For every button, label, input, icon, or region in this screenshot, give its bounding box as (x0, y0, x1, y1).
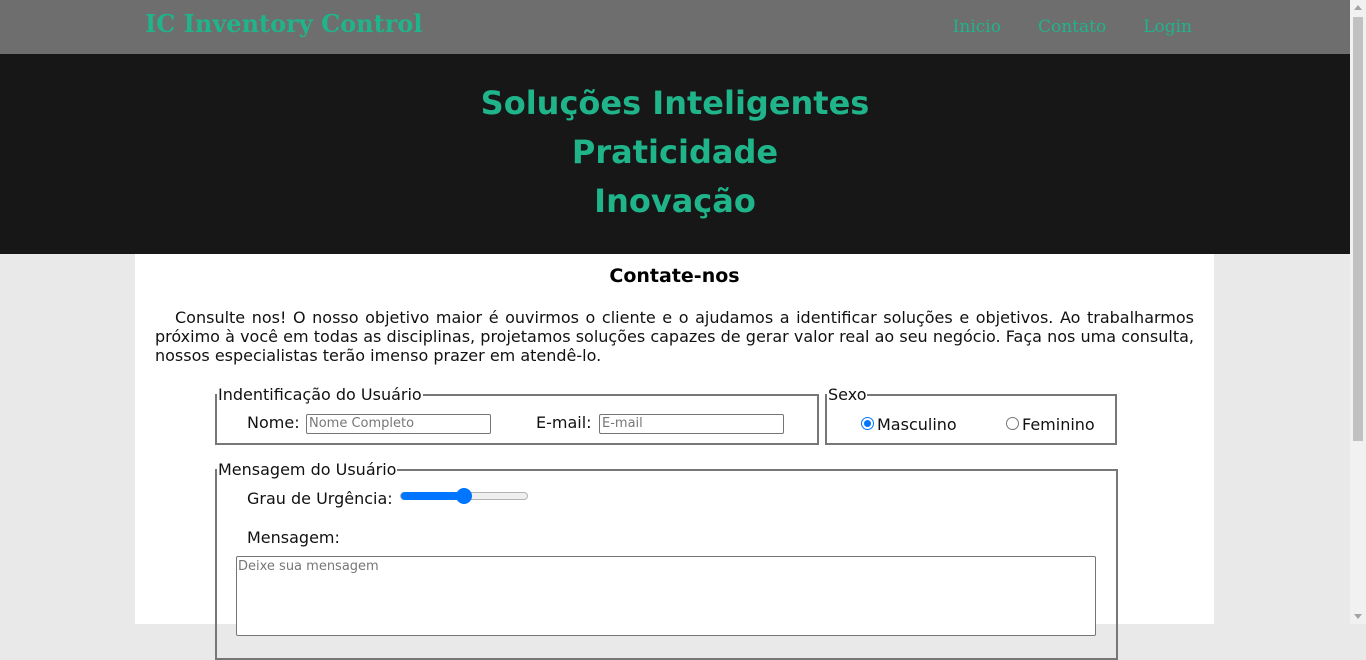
hero-line-praticidade: Praticidade (571, 133, 779, 171)
contact-section: Contate-nos Consulte nos! O nosso objeti… (135, 254, 1214, 660)
radio-feminino[interactable] (1006, 417, 1019, 430)
hero-banner: Soluções Inteligentes Praticidade Inovaç… (0, 54, 1350, 254)
message-textarea[interactable]: Deixe sua mensagem (236, 556, 1096, 636)
intro-paragraph: Consulte nos! O nosso objetivo maior é o… (155, 308, 1194, 365)
page-scrollbar[interactable] (1350, 0, 1366, 624)
scroll-up-arrow-icon[interactable] (1354, 5, 1362, 10)
email-label: E-mail: (536, 413, 592, 432)
scroll-down-arrow-icon[interactable] (1354, 614, 1362, 619)
email-input[interactable]: E-mail (599, 414, 784, 434)
urgency-slider-thumb[interactable] (456, 488, 472, 504)
radio-label-masculino[interactable]: Masculino (877, 415, 957, 434)
message-label: Mensagem: (247, 528, 340, 547)
urgency-label: Grau de Urgência: (247, 489, 393, 508)
page-title: Contate-nos (609, 265, 740, 287)
main-nav: Inicio Contato Login (953, 17, 1192, 37)
name-label: Nome: (247, 413, 300, 432)
message-legend: Mensagem do Usuário (218, 460, 397, 479)
hero-line-inovacao: Inovação (594, 182, 756, 220)
nav-link-inicio[interactable]: Inicio (953, 17, 1001, 37)
hero-line-solucoes: Soluções Inteligentes (480, 84, 870, 122)
urgency-slider[interactable] (400, 488, 528, 504)
name-input[interactable]: Nome Completo (306, 414, 491, 434)
nav-link-contato[interactable]: Contato (1038, 17, 1106, 37)
nav-link-login[interactable]: Login (1143, 17, 1192, 37)
radio-label-feminino[interactable]: Feminino (1022, 415, 1095, 434)
top-navbar: IC Inventory Control Inicio Contato Logi… (0, 0, 1350, 54)
scrollbar-thumb[interactable] (1353, 17, 1363, 441)
urgency-slider-fill (401, 492, 464, 500)
brand-logo-text[interactable]: IC Inventory Control (145, 9, 422, 38)
identification-legend: Indentificação do Usuário (218, 385, 422, 404)
radio-masculino[interactable] (861, 417, 874, 430)
sex-legend: Sexo (828, 385, 867, 404)
